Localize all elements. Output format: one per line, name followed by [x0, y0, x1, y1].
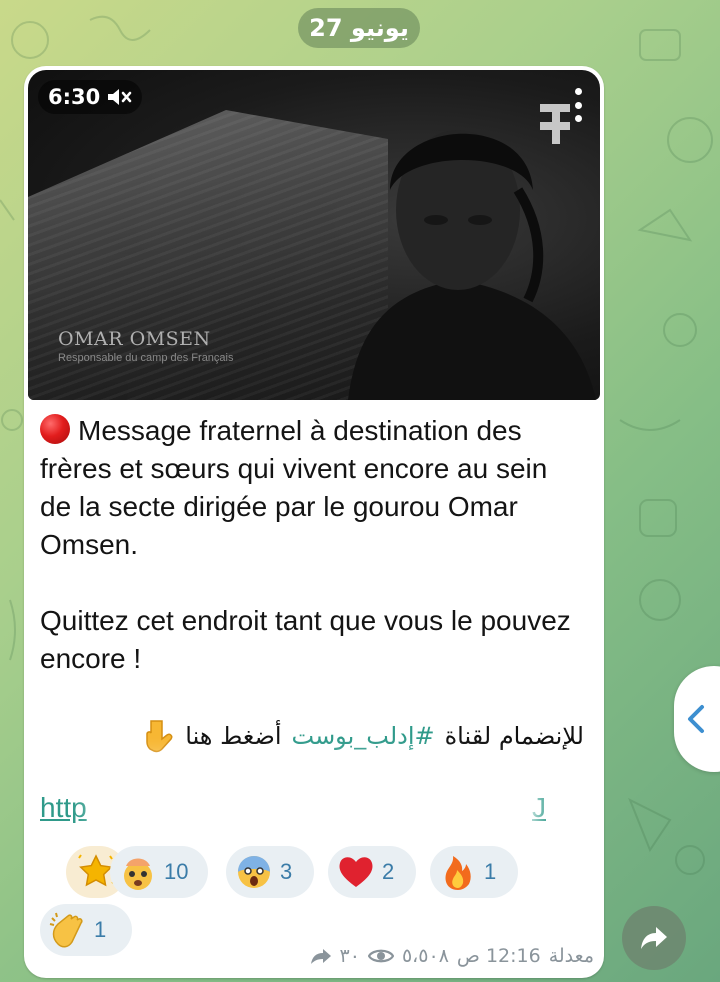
- redacted-link-blur: [104, 772, 528, 842]
- reaction-count: 1: [484, 859, 497, 884]
- video-thumbnail[interactable]: 6:30 OMAR OMSEN Responsable du camp des …: [28, 70, 600, 400]
- date-separator: 27 يونيو: [298, 8, 420, 48]
- message-time: 12:16 ص: [456, 945, 541, 967]
- link-start-text[interactable]: http: [40, 792, 87, 824]
- video-duration: 6:30: [48, 85, 101, 109]
- reaction-count: 10: [164, 859, 189, 884]
- date-label: 27 يونيو: [309, 14, 409, 42]
- message-meta: ٣٠ ٥،٥٠٨ 12:16 ص معدلة: [290, 942, 594, 970]
- reaction-count: 3: [280, 859, 293, 884]
- message-link[interactable]: http J: [40, 772, 560, 842]
- views-eye-icon: [367, 949, 394, 963]
- reaction-red-heart[interactable]: 2: [328, 846, 416, 898]
- link-end-text[interactable]: J: [532, 792, 546, 824]
- video-caption-name: OMAR OMSEN: [58, 328, 211, 350]
- view-count: ٥،٥٠٨: [401, 945, 449, 967]
- message-paragraph-1: Message fraternel à destination des frèr…: [40, 414, 548, 560]
- pointing-down-hand-icon: [146, 720, 173, 753]
- reaction-fire[interactable]: 1: [430, 846, 518, 898]
- share-count: ٣٠: [339, 945, 360, 967]
- chevron-left-icon: [688, 705, 704, 733]
- muted-speaker-icon[interactable]: [106, 86, 132, 108]
- scroll-navigation-button[interactable]: [674, 666, 720, 772]
- reaction-count: 1: [94, 917, 107, 942]
- red-heart-emoji-icon: [339, 857, 373, 887]
- channel-hashtag-link[interactable]: #إدلب_بوست: [292, 722, 435, 750]
- reaction-screaming-face[interactable]: 3: [226, 846, 314, 898]
- join-channel-line: للإنضمام لقناة #إدلب_بوست أضغط هنا: [104, 714, 584, 758]
- fire-emoji-icon: [445, 856, 471, 890]
- message-paragraph-2: Quittez cet endroit tant que vous le pou…: [40, 605, 571, 674]
- red-circle-icon: [40, 414, 70, 444]
- reaction-exploding-head[interactable]: 10: [110, 846, 208, 898]
- exploding-head-emoji-icon: [124, 858, 152, 890]
- message-text: Message fraternel à destination des frèr…: [40, 412, 580, 678]
- more-options-icon[interactable]: [572, 88, 584, 122]
- share-button[interactable]: [622, 906, 686, 970]
- edited-label: معدلة: [548, 945, 594, 967]
- join-channel-prefix: للإنضمام لقناة: [444, 722, 584, 750]
- video-caption-subtitle: Responsable du camp des Français: [58, 352, 234, 364]
- video-duration-badge: 6:30: [38, 80, 143, 114]
- message-bubble[interactable]: 6:30 OMAR OMSEN Responsable du camp des …: [24, 66, 604, 978]
- share-arrow-icon: [641, 927, 667, 949]
- reaction-clapping-hands[interactable]: 1: [40, 904, 132, 956]
- forward-count-icon: [310, 949, 331, 964]
- click-here-text: أضغط هنا: [185, 722, 282, 750]
- reaction-count: 2: [382, 859, 395, 884]
- clapping-hands-emoji-icon: [49, 912, 83, 948]
- screaming-face-emoji-icon: [238, 856, 270, 888]
